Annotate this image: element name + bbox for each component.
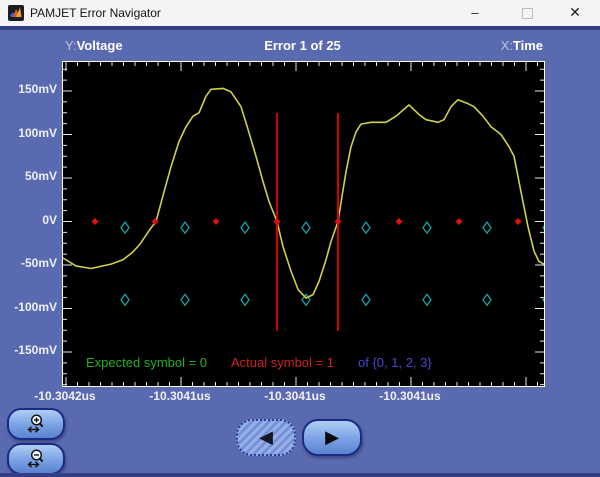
waveform-svg: Expected symbol = 0 Actual symbol = 1 of… — [63, 62, 544, 386]
y-tick-label: -100mV — [0, 300, 57, 314]
maximize-button[interactable] — [512, 0, 542, 26]
x-axis-prefix: X: — [501, 38, 513, 53]
zoom-in-x-button[interactable] — [7, 408, 65, 440]
y-tick-label: -50mV — [0, 256, 57, 270]
magnifier-plus-icon — [24, 413, 48, 435]
maximize-icon — [522, 8, 533, 19]
y-tick-label: 100mV — [0, 126, 57, 140]
titlebar-separator — [0, 26, 600, 30]
actual-symbol-label: Actual symbol = 1 — [231, 355, 334, 370]
pamjet-error-navigator-window: PAMJET Error Navigator – ✕ Y:Voltage Err… — [0, 0, 600, 477]
y-tick-label: 150mV — [0, 82, 57, 96]
y-tick-label: -150mV — [0, 343, 57, 357]
left-triangle-icon: ◀ — [259, 428, 273, 446]
symbol-alphabet-label: of {0, 1, 2, 3} — [358, 355, 432, 370]
matlab-app-icon — [8, 5, 24, 21]
magnifier-minus-icon — [24, 448, 48, 470]
window-title: PAMJET Error Navigator — [30, 6, 161, 20]
y-tick-label: 0V — [0, 213, 57, 227]
x-tick-label: -10.3042us — [17, 389, 113, 403]
right-triangle-icon: ▶ — [325, 428, 339, 446]
next-error-button[interactable]: ▶ — [302, 419, 362, 456]
y-tick-label: 50mV — [0, 169, 57, 183]
window-bottom-edge — [0, 473, 600, 477]
plot-area[interactable]: Expected symbol = 0 Actual symbol = 1 of… — [62, 61, 545, 387]
x-tick-label: -10.3041us — [247, 389, 343, 403]
zoom-out-x-button[interactable] — [7, 443, 65, 475]
prev-error-button[interactable]: ◀ — [236, 419, 296, 456]
close-button[interactable]: ✕ — [560, 0, 590, 26]
minimize-button[interactable]: – — [460, 0, 490, 26]
x-axis-name: Time — [513, 38, 543, 53]
x-tick-label: -10.3041us — [132, 389, 228, 403]
x-axis-header: X:Time — [62, 38, 543, 53]
titlebar: PAMJET Error Navigator – ✕ — [0, 0, 600, 26]
x-tick-label: -10.3041us — [362, 389, 458, 403]
expected-symbol-label: Expected symbol = 0 — [86, 355, 207, 370]
